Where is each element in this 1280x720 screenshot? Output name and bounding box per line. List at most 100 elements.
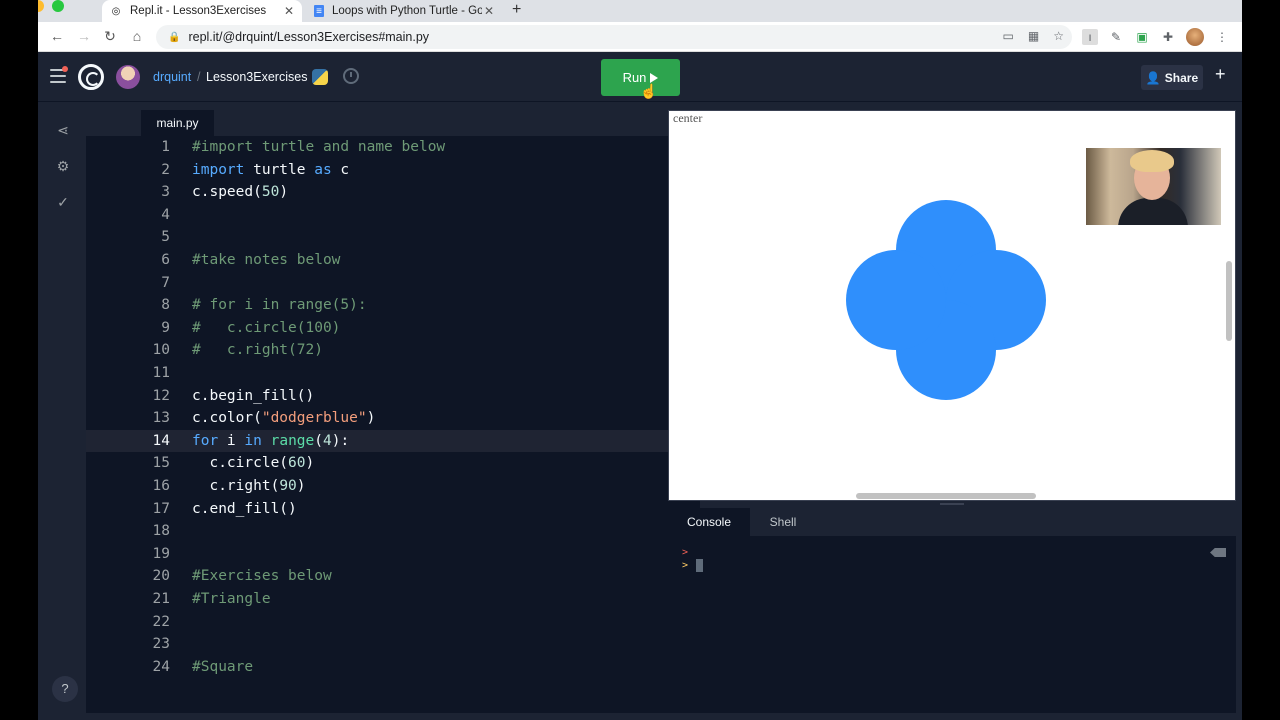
code-text: c.right(90) bbox=[192, 478, 306, 494]
pen-extension-icon[interactable]: ✎ bbox=[1108, 29, 1124, 45]
python-language-icon bbox=[312, 69, 328, 85]
code-editor: main.py 1 #import turtle and name below 2 i… bbox=[86, 110, 700, 713]
pane-resize-handle[interactable] bbox=[940, 503, 964, 505]
line-number: 12 bbox=[152, 387, 170, 404]
line-number: 22 bbox=[152, 613, 170, 630]
code-line[interactable]: 19 bbox=[86, 543, 700, 566]
profile-avatar-icon[interactable] bbox=[1186, 28, 1204, 46]
code-text: #Triangle bbox=[192, 591, 271, 607]
cast-icon[interactable]: ▭ bbox=[1003, 29, 1014, 43]
chrome-menu-icon[interactable]: ⋮ bbox=[1214, 29, 1230, 45]
line-number: 14 bbox=[152, 432, 170, 449]
user-avatar[interactable] bbox=[116, 65, 140, 89]
line-number: 10 bbox=[152, 342, 170, 359]
code-line[interactable]: 14 for i in range(4): bbox=[86, 429, 700, 453]
turtle-canvas[interactable]: center bbox=[668, 110, 1236, 501]
code-line[interactable]: 3 c.speed(50) bbox=[86, 181, 700, 204]
green-extension-icon[interactable]: ▣ bbox=[1134, 29, 1150, 45]
play-icon bbox=[650, 72, 659, 83]
qr-code-icon[interactable]: ▦ bbox=[1028, 29, 1039, 43]
share-nodes-icon[interactable]: ⋖ bbox=[54, 121, 72, 139]
code-text: c.speed(50) bbox=[192, 184, 289, 201]
code-line[interactable]: 2 import turtle as c bbox=[86, 159, 700, 182]
extension-icon[interactable]: ı bbox=[1082, 29, 1098, 45]
code-line[interactable]: 5 bbox=[86, 226, 700, 249]
console-cursor[interactable] bbox=[696, 559, 703, 572]
code-line[interactable]: 17 c.end_fill() bbox=[86, 498, 700, 521]
new-repl-button[interactable]: + bbox=[1215, 64, 1226, 85]
code-line[interactable]: 11 bbox=[86, 362, 700, 385]
code-line[interactable]: 12 c.begin_fill() bbox=[86, 385, 700, 408]
code-line[interactable]: 21 #Triangle bbox=[86, 588, 700, 611]
code-line[interactable]: 4 bbox=[86, 204, 700, 227]
vertical-scrollbar[interactable] bbox=[1226, 261, 1232, 341]
code-line[interactable]: 8 # for i in range(5): bbox=[86, 294, 700, 317]
code-text: # c.circle(100) bbox=[192, 319, 341, 336]
minimize-window-button[interactable] bbox=[38, 0, 44, 12]
back-icon[interactable]: ← bbox=[48, 28, 66, 44]
code-text: #take notes below bbox=[192, 252, 341, 268]
browser-tab-repl[interactable]: ◎ Repl.it - Lesson3Exercises ✕ bbox=[102, 0, 302, 22]
close-tab-icon[interactable]: ✕ bbox=[284, 4, 294, 18]
code-line[interactable]: 9 # c.circle(100) bbox=[86, 317, 700, 340]
replit-logo-icon[interactable] bbox=[78, 64, 104, 90]
forward-icon[interactable]: → bbox=[75, 28, 93, 44]
clover-lobe bbox=[846, 250, 946, 350]
code-line[interactable]: 23 bbox=[86, 633, 700, 656]
code-line[interactable]: 24 #Square bbox=[86, 656, 700, 679]
code-line[interactable]: 1 #import turtle and name below bbox=[86, 136, 700, 159]
line-number: 5 bbox=[161, 229, 170, 246]
code-text: # c.right(72) bbox=[192, 342, 323, 359]
tab-console[interactable]: Console bbox=[668, 508, 750, 536]
screen: ◎ Repl.it - Lesson3Exercises ✕ ≡ Loops w… bbox=[0, 0, 1280, 720]
url-text: repl.it/@drquint/Lesson3Exercises#main.p… bbox=[188, 30, 430, 44]
code-area[interactable]: 1 #import turtle and name below 2 import tu… bbox=[86, 136, 700, 686]
bookmark-star-icon[interactable]: ☆ bbox=[1053, 29, 1064, 43]
tab-shell[interactable]: Shell bbox=[750, 508, 816, 536]
gear-icon[interactable]: ⚙ bbox=[54, 157, 72, 175]
code-line[interactable]: 13 c.color("dodgerblue") bbox=[86, 407, 700, 430]
left-sidebar: ⋖ ⚙ ✓ ? bbox=[38, 103, 86, 720]
file-tab-main-py[interactable]: main.py bbox=[141, 110, 214, 136]
code-text: c.end_fill() bbox=[192, 500, 297, 517]
new-tab-button[interactable]: + bbox=[512, 1, 521, 19]
puzzle-extensions-icon[interactable]: ✚ bbox=[1160, 29, 1176, 45]
presenter-hair bbox=[1130, 150, 1174, 172]
code-line[interactable]: 20 #Exercises below bbox=[86, 565, 700, 588]
line-number: 18 bbox=[152, 523, 170, 540]
code-text: c.circle(60) bbox=[192, 455, 315, 472]
code-line[interactable]: 15 c.circle(60) bbox=[86, 452, 700, 475]
line-number: 17 bbox=[152, 500, 170, 517]
close-tab-icon[interactable]: ✕ bbox=[484, 4, 494, 18]
history-icon[interactable] bbox=[343, 68, 359, 84]
clear-console-icon[interactable] bbox=[1210, 548, 1226, 557]
reload-icon[interactable]: ↻ bbox=[101, 28, 119, 45]
line-number: 4 bbox=[161, 206, 170, 223]
editor-tab-bar: main.py bbox=[86, 110, 700, 136]
browser-tab-docs[interactable]: ≡ Loops with Python Turtle - Goo ✕ bbox=[306, 0, 502, 22]
help-button[interactable]: ? bbox=[52, 676, 78, 702]
url-bar[interactable]: 🔒 repl.it/@drquint/Lesson3Exercises#main… bbox=[156, 25, 1072, 49]
checkmark-icon[interactable]: ✓ bbox=[54, 193, 72, 211]
home-icon[interactable]: ⌂ bbox=[128, 28, 146, 44]
line-number: 19 bbox=[152, 545, 170, 562]
docs-favicon-icon: ≡ bbox=[314, 5, 324, 17]
line-number: 13 bbox=[152, 410, 170, 427]
breadcrumb-user[interactable]: drquint bbox=[153, 70, 191, 84]
code-line[interactable]: 18 bbox=[86, 520, 700, 543]
code-line[interactable]: 10 # c.right(72) bbox=[86, 339, 700, 362]
breadcrumb-separator: / bbox=[197, 70, 201, 84]
breadcrumb-repl-name[interactable]: Lesson3Exercises bbox=[206, 70, 307, 84]
console-tab-bar: Console Shell bbox=[668, 508, 1236, 536]
code-line[interactable]: 16 c.right(90) bbox=[86, 475, 700, 498]
add-user-icon: 👤 bbox=[1145, 70, 1161, 85]
code-line[interactable]: 22 bbox=[86, 611, 700, 634]
share-label: Share bbox=[1164, 70, 1199, 85]
horizontal-scrollbar[interactable] bbox=[856, 493, 1036, 499]
share-button[interactable]: 👤 Share bbox=[1141, 65, 1203, 90]
code-text: #Square bbox=[192, 658, 254, 675]
code-text: import turtle as c bbox=[192, 161, 350, 178]
code-line[interactable]: 7 bbox=[86, 272, 700, 295]
code-line[interactable]: 6 #take notes below bbox=[86, 249, 700, 272]
maximize-window-button[interactable] bbox=[52, 0, 64, 12]
